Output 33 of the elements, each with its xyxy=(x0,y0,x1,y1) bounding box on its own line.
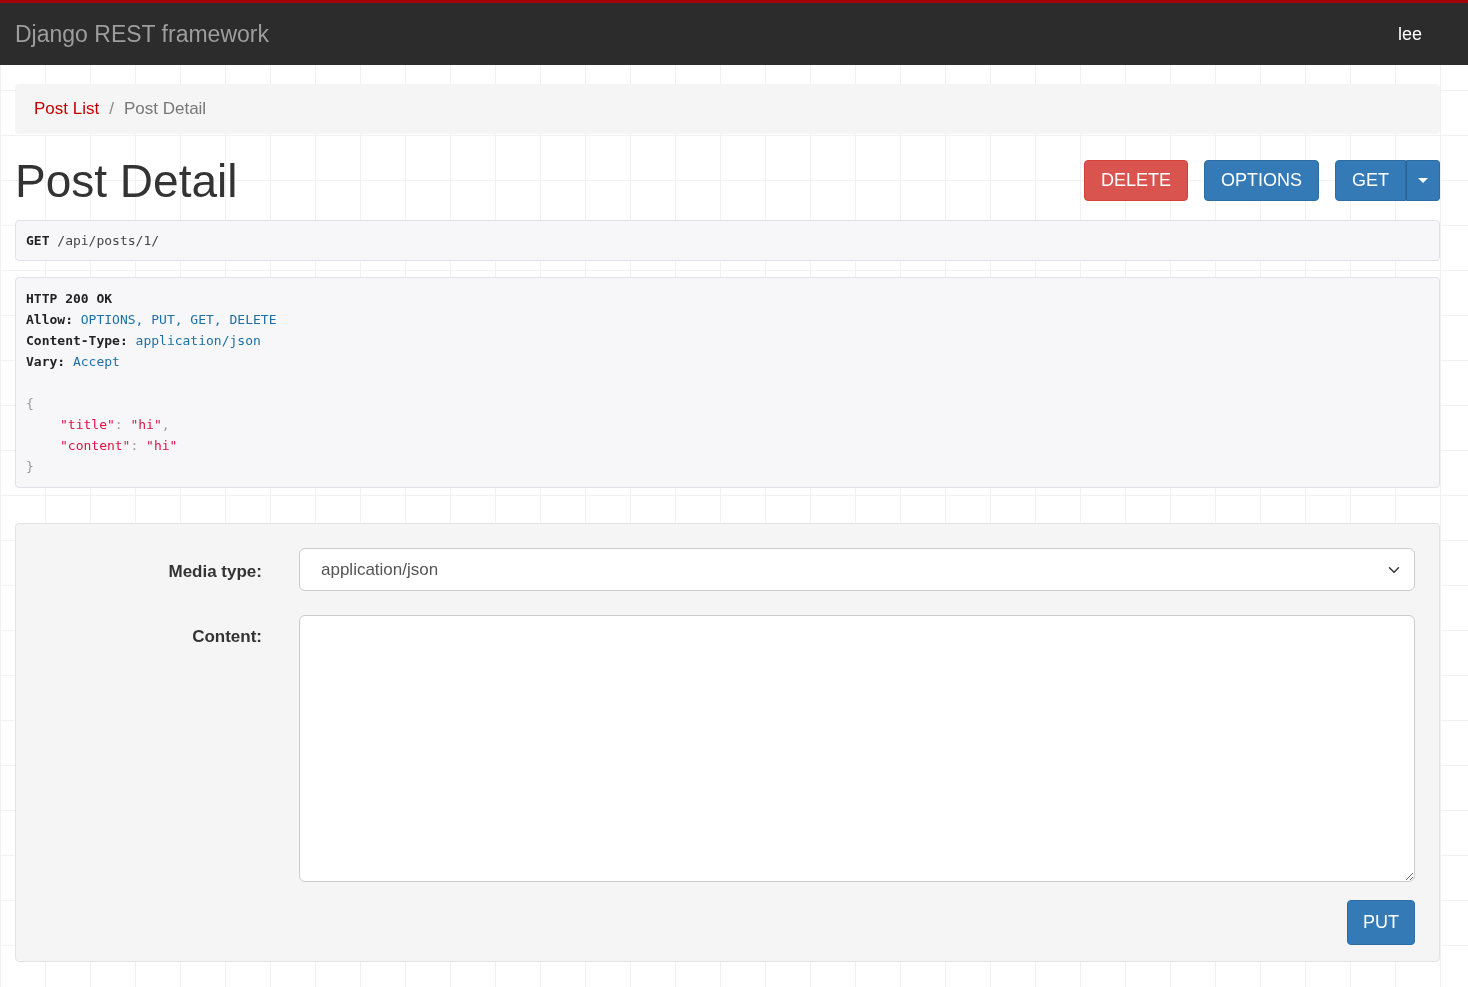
json-value: "hi" xyxy=(146,438,178,453)
json-brace: } xyxy=(26,459,34,474)
dropdown-toggle[interactable] xyxy=(1406,159,1440,202)
json-colon: : xyxy=(130,438,139,453)
header-name: Content-Type: xyxy=(26,333,128,348)
header-value: application/json xyxy=(135,333,261,348)
get-button[interactable]: GET xyxy=(1335,159,1406,202)
breadcrumb-item[interactable]: Post List xyxy=(34,96,100,122)
caret-icon xyxy=(1418,178,1428,183)
breadcrumb-item: Post Detail xyxy=(123,98,207,120)
breadcrumb-separator: / xyxy=(108,98,115,120)
header-value: OPTIONS, PUT, GET, DELETE xyxy=(80,312,277,327)
header-name: Allow: xyxy=(26,312,73,327)
put-button[interactable]: PUT xyxy=(1347,900,1415,945)
json-key: "content" xyxy=(60,438,131,453)
user-name[interactable]: lee xyxy=(1397,20,1422,48)
header-name: Vary: xyxy=(26,354,66,369)
json-colon: : xyxy=(114,417,123,432)
request-path: /api/posts/1/ xyxy=(57,232,160,248)
page-title: Post Detail xyxy=(15,157,238,204)
field-label: Media type: xyxy=(167,561,262,583)
header-value: Accept xyxy=(72,354,120,369)
json-key: "title" xyxy=(60,417,115,432)
json-comma: , xyxy=(161,417,170,432)
brand-link[interactable]: Django REST framework xyxy=(15,16,269,52)
json-brace: { xyxy=(26,396,34,411)
media-type-select[interactable]: application/json xyxy=(299,548,1415,591)
request-method: GET xyxy=(26,232,50,248)
delete-button[interactable]: DELETE xyxy=(1083,159,1188,202)
field-label: Content: xyxy=(191,626,262,648)
json-value: "hi" xyxy=(130,417,162,432)
options-button[interactable]: OPTIONS xyxy=(1203,159,1319,202)
status-line: HTTP 200 OK xyxy=(26,290,114,308)
